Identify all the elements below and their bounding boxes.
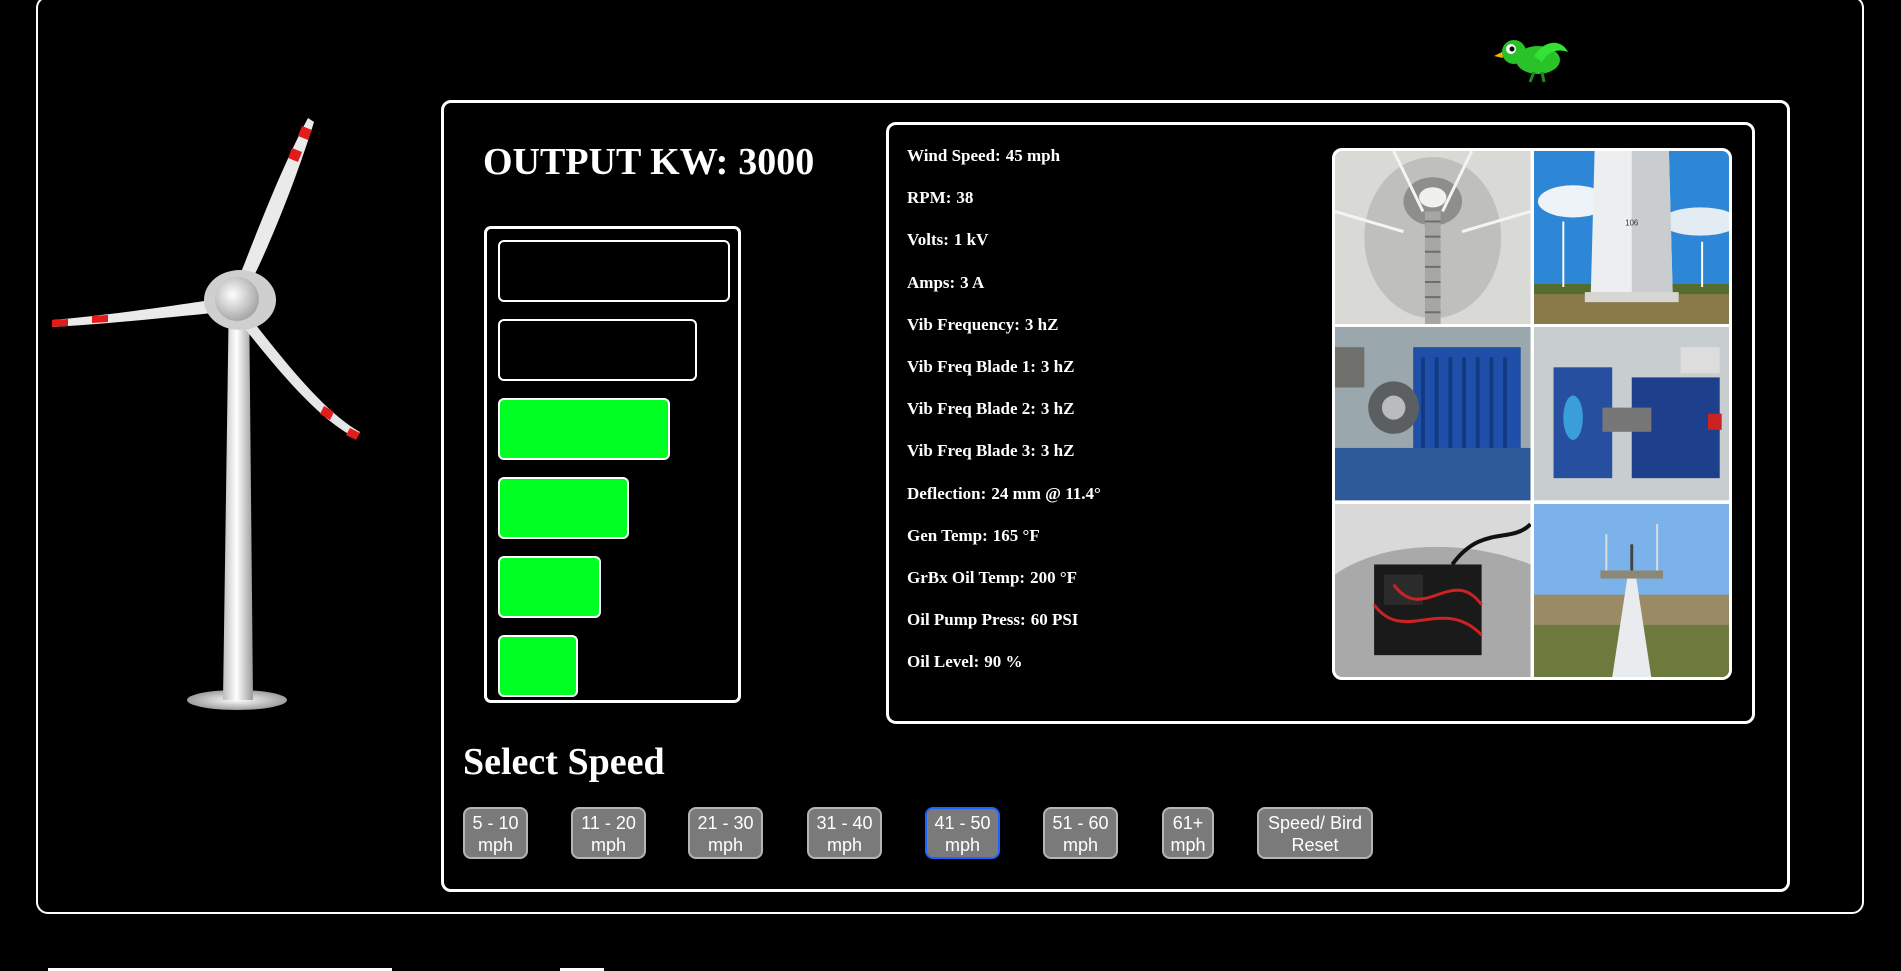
reading-value: 3 hZ (1040, 441, 1075, 461)
reading-value: 1 kV (953, 230, 989, 250)
reading-label: Vib Frequency: (907, 314, 1020, 334)
reading-row: Wind Speed: 45 mph (907, 146, 1060, 166)
tower-interior-photo (1335, 151, 1531, 325)
reading-row: Vib Freq Blade 2: 3 hZ (907, 399, 1074, 419)
reading-value: 200 °F (1030, 568, 1078, 587)
reading-row: RPM: 38 (907, 188, 973, 208)
wind-turbine-icon (52, 118, 360, 710)
speed-button-label: 41 - 50 (934, 813, 991, 833)
meter-bar-6 (498, 635, 578, 697)
reading-label: Vib Freq Blade 3: (907, 441, 1036, 461)
reading-row: Amps: 3 A (907, 273, 984, 293)
speed-button-label: 21 - 30 (697, 813, 754, 833)
reading-value: 38 (956, 188, 974, 208)
reading-label: Volts: (907, 230, 949, 250)
reading-label: Oil Pump Press: (907, 610, 1026, 630)
speed-button-label: mph (477, 835, 513, 855)
speed-button-4[interactable]: 31 - 40 mph (807, 807, 882, 859)
speed-button-label: mph (707, 835, 743, 855)
speed-button-3[interactable]: 21 - 30 mph (688, 807, 763, 859)
speed-button-label: 31 - 40 (816, 813, 873, 833)
reading-label: Gen Temp: (907, 525, 988, 545)
reading-row: Vib Freq Blade 1: 3 hZ (907, 357, 1074, 377)
reading-label: RPM: (907, 188, 952, 208)
select-speed-title: Select Speed (463, 741, 665, 783)
reading-row: Oil Level: 90 % (907, 652, 1022, 672)
speed-button-1[interactable]: 5 - 10 mph (463, 807, 528, 859)
reading-value: 60 PSI (1030, 610, 1079, 630)
photo-grid: 106 (1332, 148, 1732, 680)
speed-button-label: 61+ (1172, 813, 1204, 833)
reading-value: 45 mph (1005, 146, 1061, 165)
output-meter (484, 226, 741, 703)
reading-row: Volts: 1 kV (907, 230, 988, 250)
speed-button-label: mph (1170, 835, 1206, 855)
control-box-photo (1335, 503, 1531, 677)
reading-row: GrBx Oil Temp: 200 °F (907, 568, 1077, 588)
reading-row: Gen Temp: 165 °F (907, 526, 1040, 546)
meter-bar-1 (498, 240, 730, 302)
reading-label: Vib Freq Blade 1: (907, 357, 1036, 376)
bird-icon[interactable] (1494, 34, 1570, 84)
tower-base-photo: 106 (1533, 151, 1729, 325)
speed-button-label: mph (826, 835, 862, 855)
reading-row: Oil Pump Press: 60 PSI (907, 610, 1078, 630)
speed-button-6[interactable]: 51 - 60 mph (1043, 807, 1118, 859)
speed-button-2[interactable]: 11 - 20 mph (571, 807, 646, 859)
output-kw-title: OUTPUT KW: 3000 (483, 140, 814, 184)
nacelle-machinery-photo (1533, 327, 1729, 501)
reading-value: 3 hZ (1040, 399, 1075, 419)
speed-button-7[interactable]: 61+ mph (1162, 807, 1214, 859)
speed-button-label: 11 - 20 (581, 813, 636, 833)
reading-label: GrBx Oil Temp: (907, 568, 1026, 587)
tower-number: 106 (1625, 218, 1639, 227)
reading-label: Amps: (907, 272, 956, 292)
meter-bar-4 (498, 477, 629, 539)
reading-value: 24 mm @ 11.4° (991, 483, 1101, 503)
meter-bar-2 (498, 319, 697, 381)
speed-bird-reset-button[interactable]: Speed/ Bird Reset (1257, 807, 1373, 859)
output-value: 3000 (738, 141, 815, 183)
reading-row: Vib Freq Blade 3: 3 hZ (907, 441, 1074, 461)
speed-button-label: mph (944, 835, 980, 855)
speed-button-label: 51 - 60 (1052, 813, 1109, 833)
meter-bar-3 (498, 398, 670, 460)
reading-label: Vib Freq Blade 2: (907, 399, 1036, 419)
speed-button-label: mph (1062, 835, 1098, 855)
reading-label: Deflection: (907, 483, 987, 503)
reading-value: 90 % (984, 652, 1023, 672)
speed-button-label: Reset (1291, 835, 1339, 855)
reading-row: Deflection: 24 mm @ 11.4° (907, 484, 1101, 504)
reading-label: Oil Level: (907, 652, 980, 672)
reading-value: 165 °F (992, 525, 1040, 545)
speed-button-label: mph (590, 835, 626, 855)
reading-value: 3 hZ (1040, 357, 1075, 376)
speed-button-label: Speed/ Bird (1267, 813, 1363, 833)
generator-photo (1335, 327, 1531, 501)
output-label: OUTPUT KW: (483, 141, 729, 183)
speed-button-label: 5 - 10 (472, 813, 519, 833)
reading-label: Wind Speed: (907, 146, 1001, 165)
reading-value: 3 hZ (1024, 314, 1059, 334)
reading-row: Vib Frequency: 3 hZ (907, 315, 1058, 335)
nacelle-top-view-photo (1533, 503, 1729, 677)
meter-bar-5 (498, 556, 601, 618)
speed-button-5[interactable]: 41 - 50 mph (925, 807, 1000, 859)
reading-value: 3 A (960, 272, 985, 292)
